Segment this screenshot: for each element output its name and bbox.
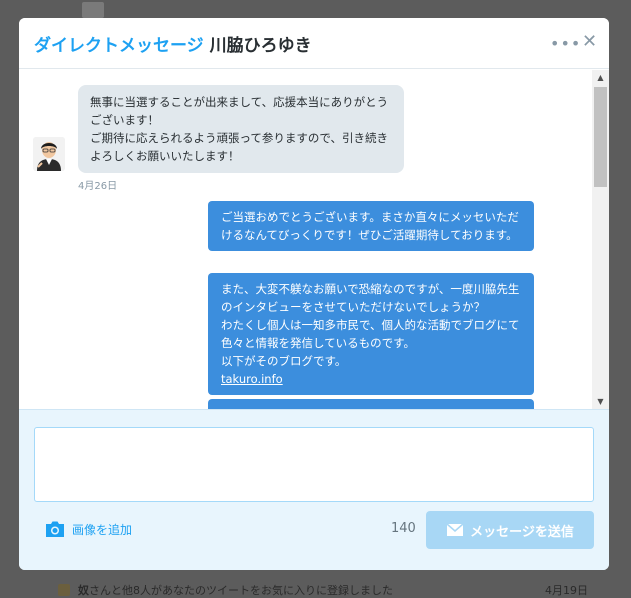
outgoing-message-text: また、大変不躾なお願いで恐縮なのですが、一度川脇先生のインタビューをさせていただ… (221, 282, 520, 368)
outgoing-message-text: ご当選おめでとうございます。まさか直々にメッセいただけるなんてびっくりです！ぜひ… (221, 210, 519, 242)
outgoing-message: また、大変不躾なお願いで恐縮なのですが、一度川脇先生のインタビューをさせていただ… (208, 273, 534, 395)
outgoing-message: ご当選おめでとうございます。まさか直々にメッセいただけるなんてびっくりです！ぜひ… (208, 201, 534, 251)
message-composer: 画像を追加 140 メッセージを送信 (19, 409, 609, 570)
character-count: 140 (391, 521, 416, 536)
add-image-button[interactable]: 画像を追加 (44, 520, 132, 538)
direct-message-modal: ダイレクトメッセージ 川脇ひろゆき ••• ✕ 無事に当選することが出来まして、応… (19, 18, 609, 570)
background-notification: 奴さんと他8人があなたのツイートをお気に入りに登録しました 4月19日 (58, 584, 598, 598)
avatar[interactable] (33, 137, 65, 171)
message-input[interactable] (34, 427, 594, 502)
send-button-label: メッセージを送信 (470, 524, 574, 540)
camera-icon (46, 521, 64, 537)
incoming-message-date: 4月26日 (78, 181, 118, 192)
send-message-button[interactable]: メッセージを送信 (426, 511, 594, 549)
more-icon[interactable]: ••• (550, 34, 581, 53)
conversation-scrollbar[interactable]: ▲ ▼ (592, 70, 609, 409)
close-icon[interactable]: ✕ (582, 31, 597, 52)
scroll-up-arrow-icon[interactable]: ▲ (592, 70, 609, 85)
outgoing-message-partial (208, 399, 534, 409)
scroll-thumb[interactable] (594, 87, 607, 187)
modal-header: ダイレクトメッセージ 川脇ひろゆき ••• ✕ (19, 18, 609, 69)
envelope-icon (446, 523, 464, 536)
notification-name: 奴 (78, 584, 89, 597)
background-avatar (82, 2, 104, 18)
favorite-icon (58, 584, 70, 596)
incoming-message-text: 無事に当選することが出来まして、応援本当にありがとうございます！ ご期待に応えら… (90, 95, 389, 163)
modal-title: ダイレクトメッセージ 川脇ひろゆき (34, 31, 312, 56)
conversation-thread[interactable]: 無事に当選することが出来まして、応援本当にありがとうございます！ ご期待に応えら… (19, 70, 609, 409)
modal-title-name: 川脇ひろゆき (209, 36, 312, 56)
blog-link[interactable]: takuro.info (221, 372, 283, 386)
scroll-down-arrow-icon[interactable]: ▼ (592, 394, 609, 409)
notification-text: さんと他8人があなたのツイートをお気に入りに登録しました (89, 584, 393, 597)
notification-date: 4月19日 (545, 584, 588, 597)
incoming-message: 無事に当選することが出来まして、応援本当にありがとうございます！ ご期待に応えら… (78, 85, 404, 173)
add-image-label: 画像を追加 (72, 522, 133, 537)
modal-title-prefix: ダイレクトメッセージ (34, 36, 204, 56)
